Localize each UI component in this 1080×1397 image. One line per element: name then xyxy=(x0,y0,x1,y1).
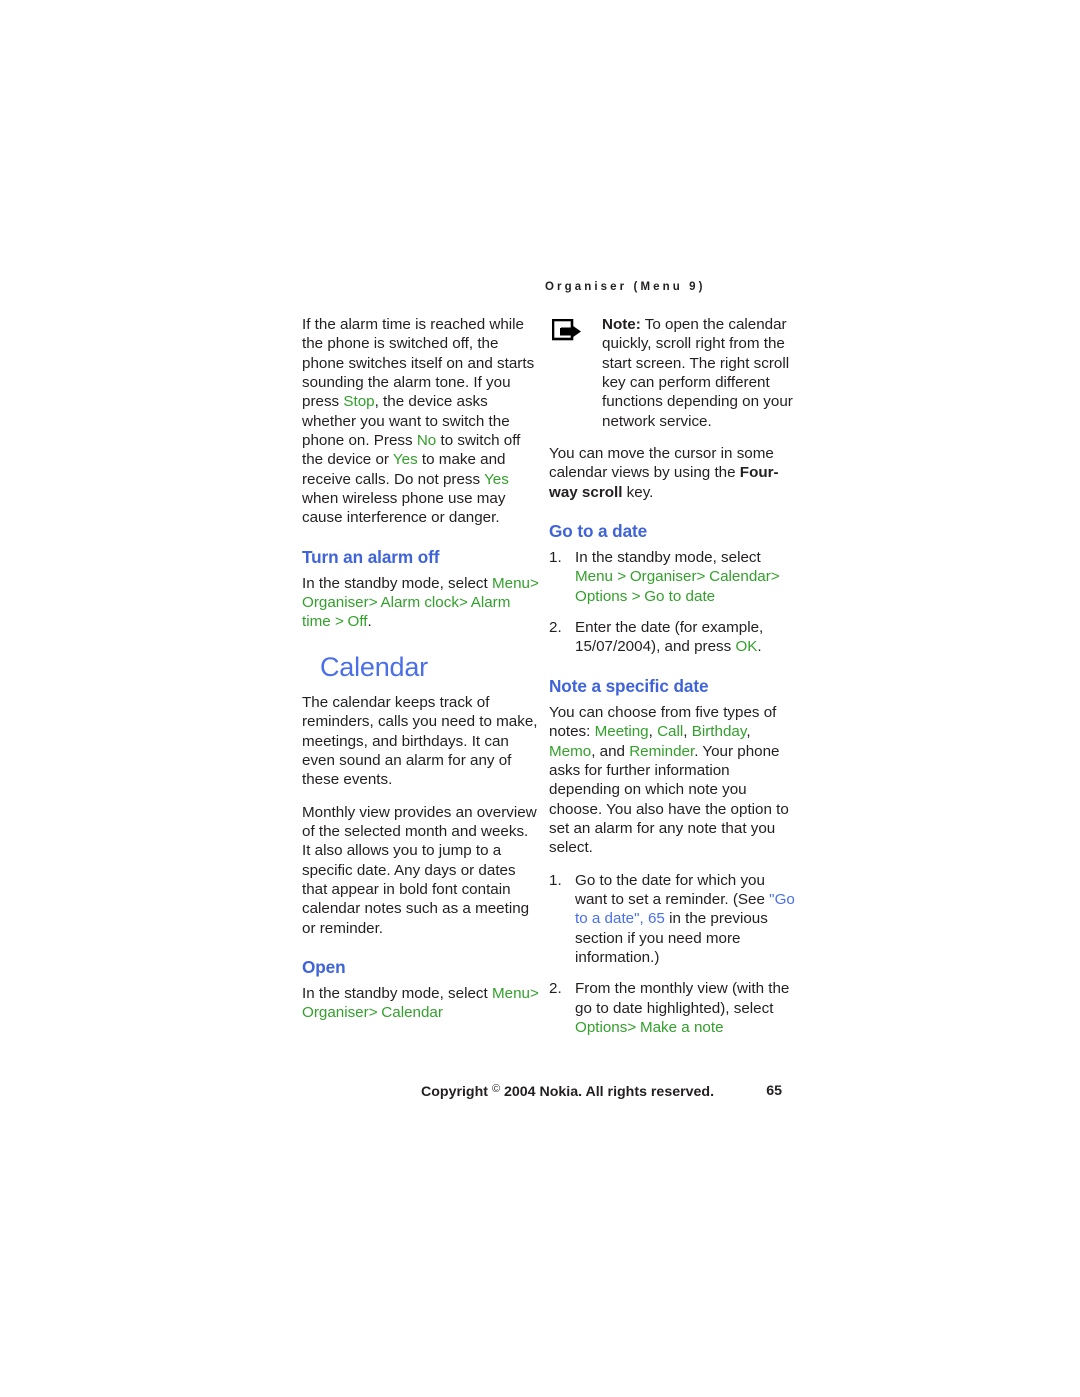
menu-path-menu: Menu xyxy=(491,574,530,592)
cursor-text-2: key. xyxy=(622,483,654,501)
copyright-post: 2004 Nokia. All rights reserved. xyxy=(500,1084,715,1100)
key-yes-1: Yes xyxy=(392,451,418,469)
path-separator: > xyxy=(627,1018,636,1036)
list-item: 1. In the standby mode, select Menu > Org… xyxy=(549,548,795,606)
heading-open: Open xyxy=(302,956,346,977)
note-specific-date-steps: 1. Go to the date for which you want to s… xyxy=(549,871,795,1038)
menu-path-go-to-date: Go to date xyxy=(644,587,716,605)
path-separator: > xyxy=(529,574,539,592)
path-separator: > xyxy=(529,984,539,1002)
step-text-2: . xyxy=(757,638,762,656)
step-number: 1. xyxy=(549,549,562,567)
menu-path-calendar: Calendar xyxy=(709,568,771,586)
note-type-meeting: Meeting xyxy=(594,723,649,741)
step-number: 2. xyxy=(549,980,562,998)
key-yes-2: Yes xyxy=(484,470,509,488)
turn-alarm-lead: In the standby mode, select xyxy=(302,574,492,592)
left-column: If the alarm time is reached while the p… xyxy=(302,315,540,1023)
note-type-reminder: Reminder xyxy=(629,742,695,760)
monthly-view-paragraph: Monthly view provides an overview of the… xyxy=(302,803,537,937)
note-paragraph: Note: To open the calendar quickly, scro… xyxy=(602,315,795,431)
path-separator: > xyxy=(368,594,378,612)
key-stop: Stop xyxy=(343,393,375,411)
path-separator: > xyxy=(631,587,641,605)
list-item: 2. From the monthly view (with the go to … xyxy=(549,979,795,1037)
open-path: In the standby mode, select Menu> Organi… xyxy=(302,984,540,1023)
copyright-pre: Copyright xyxy=(421,1084,492,1100)
heading-note-a-specific-date: Note a specific date xyxy=(549,675,709,696)
key-ok: OK xyxy=(735,638,758,656)
heading-go-to-a-date: Go to a date xyxy=(549,521,648,542)
path-separator: > xyxy=(334,613,344,631)
alarm-paragraph: If the alarm time is reached while the p… xyxy=(302,315,540,528)
go-to-date-steps: 1. In the standby mode, select Menu > Org… xyxy=(549,548,795,657)
turn-alarm-trailing: . xyxy=(367,613,372,631)
path-separator: > xyxy=(368,1004,378,1022)
note-label: Note: xyxy=(602,316,641,333)
copyright-notice: Copyright © 2004 Nokia. All rights reser… xyxy=(421,1083,714,1100)
calendar-intro-paragraph: The calendar keeps track of reminders, c… xyxy=(302,693,538,789)
step-lead: In the standby mode, select xyxy=(575,549,761,567)
note-types-text-3: , xyxy=(683,723,692,741)
menu-path-make-a-note: Make a note xyxy=(639,1018,724,1036)
path-separator: > xyxy=(770,568,780,586)
running-head: Organiser (Menu 9) xyxy=(545,281,706,293)
menu-path-off: Off xyxy=(347,613,368,631)
menu-path-options: Options xyxy=(575,1018,628,1036)
copyright-symbol: © xyxy=(491,1083,501,1095)
menu-path-organiser: Organiser xyxy=(302,594,369,612)
menu-path-menu: Menu xyxy=(575,568,613,586)
heading-turn-an-alarm-off: Turn an alarm off xyxy=(302,546,440,567)
path-separator: > xyxy=(696,568,706,586)
menu-path-organiser: Organiser xyxy=(302,1004,369,1022)
step-text-1: Go to the date for which you want to set… xyxy=(575,871,770,908)
note-block: Note: To open the calendar quickly, scro… xyxy=(549,315,795,431)
key-no: No xyxy=(416,432,437,450)
step-number: 1. xyxy=(549,871,562,889)
alarm-text-5: when wireless phone use may cause interf… xyxy=(302,490,506,527)
note-type-call: Call xyxy=(657,723,684,741)
step-text-1: From the monthly view (with the go to da… xyxy=(575,980,790,1017)
note-types-text-5: , and xyxy=(591,742,630,760)
note-text: To open the calendar quickly, scroll rig… xyxy=(602,316,793,430)
note-types-text-2: , xyxy=(648,723,658,741)
menu-path-menu: Menu xyxy=(491,984,530,1002)
note-arrow-icon xyxy=(551,318,582,344)
note-types-paragraph: You can choose from five types of notes:… xyxy=(549,703,795,858)
step-number: 2. xyxy=(549,619,562,637)
path-separator: > xyxy=(458,594,468,612)
manual-page: Organiser (Menu 9) If the alarm time is … xyxy=(0,0,1080,1397)
open-lead: In the standby mode, select xyxy=(302,984,492,1002)
note-type-memo: Memo xyxy=(549,742,592,760)
turn-alarm-off-path: In the standby mode, select Menu> Organi… xyxy=(302,574,540,632)
menu-path-calendar: Calendar xyxy=(381,1004,443,1022)
page-number: 65 xyxy=(766,1083,782,1099)
note-types-text-4: , xyxy=(746,723,751,741)
menu-path-options: Options xyxy=(575,587,628,605)
menu-path-organiser: Organiser xyxy=(629,568,697,586)
chapter-heading-calendar: Calendar xyxy=(320,651,428,682)
note-type-birthday: Birthday xyxy=(691,723,747,741)
list-item: 2. Enter the date (for example, 15/07/200… xyxy=(549,618,795,657)
list-item: 1. Go to the date for which you want to s… xyxy=(549,871,795,968)
menu-path-alarm-clock: Alarm clock xyxy=(380,594,459,612)
cursor-paragraph: You can move the cursor in some calendar… xyxy=(549,444,795,502)
right-column: Note: To open the calendar quickly, scro… xyxy=(549,315,795,1037)
path-separator: > xyxy=(617,568,626,586)
